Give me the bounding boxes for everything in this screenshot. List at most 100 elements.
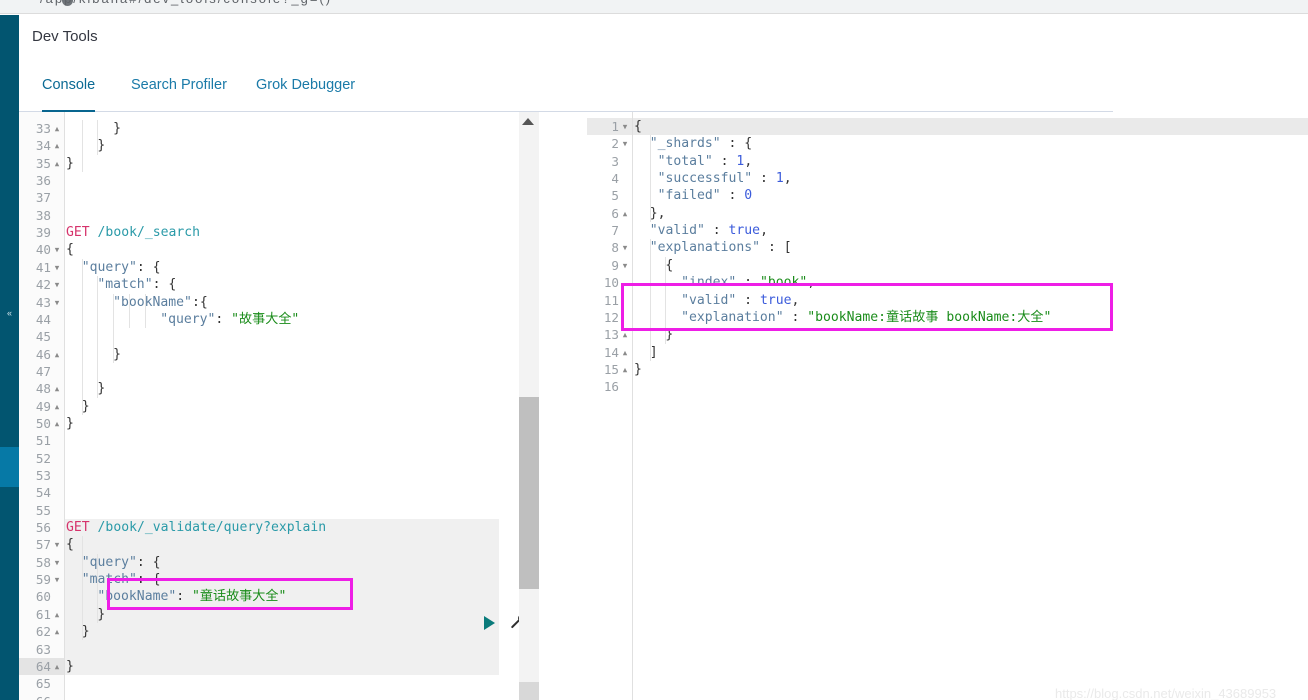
token-bool: true xyxy=(759,292,792,308)
fold-collapse-icon[interactable]: ▲ xyxy=(620,326,630,343)
token-num: 0 xyxy=(744,188,753,204)
fold-expand-icon[interactable]: ▼ xyxy=(52,241,62,258)
token-url: /book/_search xyxy=(97,225,201,241)
token-key: "valid" xyxy=(681,292,737,308)
token-key: "index" xyxy=(681,275,737,291)
code-line: } xyxy=(82,398,90,415)
sidebar-item-management-active[interactable] xyxy=(0,447,19,487)
line-number: 47 xyxy=(35,363,51,379)
indent-guide xyxy=(113,293,115,363)
collapse-nav-icon[interactable]: « xyxy=(1,305,18,321)
token-punct: : xyxy=(712,153,737,169)
code-line: "successful" : 1, xyxy=(650,170,792,187)
token-brace: } xyxy=(81,624,90,640)
token-key: "valid" xyxy=(649,223,705,239)
token-key: "query" xyxy=(81,554,137,570)
line-number: 45 xyxy=(35,329,51,345)
line-number: 16 xyxy=(603,379,619,395)
console-editors: 33 ▲ 34 ▲ 35 ▲ 36 37 38 39 40 ▼ 41 ▼ 42 ▼ 43 ▼ 44 45 46 ▲ 47 48… xyxy=(19,112,1308,700)
token-punct: : { xyxy=(152,277,177,293)
send-request-button[interactable] xyxy=(484,616,495,630)
request-code-layer[interactable]: }}} GET /book/_search{"query": {"match": … xyxy=(66,112,499,700)
token-punct: : xyxy=(720,188,745,204)
code-line: ] xyxy=(650,344,658,361)
browser-address-bar-sliver[interactable]: /app/kibana#/dev_tools/console?_g=() xyxy=(0,0,1308,14)
token-key: "explanation" xyxy=(681,309,784,325)
line-number: 12 xyxy=(603,309,619,325)
token-punct: : xyxy=(736,275,760,291)
token-url: /book/_validate/query?explain xyxy=(97,520,327,536)
line-number: 63 xyxy=(35,641,51,657)
line-number: 4 xyxy=(611,171,619,187)
fold-collapse-icon[interactable]: ▲ xyxy=(52,415,62,432)
code-line: "valid" : true, xyxy=(681,292,799,309)
code-line: } xyxy=(66,658,74,675)
code-line: { xyxy=(66,241,74,258)
fold-expand-icon[interactable]: ▼ xyxy=(620,135,630,152)
fold-collapse-icon[interactable]: ▲ xyxy=(52,606,62,623)
token-key: "bookName" xyxy=(113,294,192,310)
page-title: Dev Tools xyxy=(32,28,98,45)
fold-collapse-icon[interactable]: ▲ xyxy=(52,623,62,640)
token-punct: , xyxy=(791,292,800,308)
fold-expand-icon[interactable]: ▼ xyxy=(52,259,62,276)
token-key: "_shards" xyxy=(649,136,721,152)
code-line: "valid" : true, xyxy=(650,222,768,239)
request-gutter[interactable]: 33 ▲ 34 ▲ 35 ▲ 36 37 38 39 40 ▼ 41 ▼ 42 ▼ 43 ▼ 44 45 46 ▲ 47 48… xyxy=(19,112,65,700)
request-scrollbar-thumb[interactable] xyxy=(519,397,539,589)
global-nav-rail[interactable]: « xyxy=(0,15,19,700)
tab-grok-debugger[interactable]: Grok Debugger xyxy=(256,59,355,112)
line-number: 7 xyxy=(611,223,619,239)
line-number: 54 xyxy=(35,485,51,501)
fold-expand-icon[interactable]: ▼ xyxy=(52,536,62,553)
code-line: "explanation" : "bookName:童话故事 bookName:… xyxy=(681,309,1051,326)
token-punct xyxy=(90,225,98,240)
token-punct: : { xyxy=(136,572,161,588)
token-brace: } xyxy=(66,155,74,171)
fold-collapse-icon[interactable]: ▲ xyxy=(52,155,62,172)
fold-expand-icon[interactable]: ▼ xyxy=(620,239,630,256)
fold-collapse-icon[interactable]: ▲ xyxy=(620,361,630,378)
token-key: "bookName" xyxy=(97,589,177,605)
request-scrollbar-cap xyxy=(519,682,539,700)
line-number: 66 xyxy=(19,693,64,700)
fold-expand-icon[interactable]: ▼ xyxy=(52,276,62,293)
code-line: "query": { xyxy=(82,259,161,276)
editor-splitter[interactable] xyxy=(539,112,1071,700)
fold-collapse-icon[interactable]: ▲ xyxy=(52,658,62,675)
code-line: "match": { xyxy=(82,571,161,588)
fold-collapse-icon[interactable]: ▲ xyxy=(52,137,62,154)
fold-expand-icon[interactable]: ▼ xyxy=(52,571,62,588)
token-brace: } xyxy=(66,415,74,431)
fold-expand-icon[interactable]: ▼ xyxy=(620,257,630,274)
indent-guide xyxy=(97,276,99,398)
fold-collapse-icon[interactable]: ▲ xyxy=(620,205,630,222)
fold-collapse-icon[interactable]: ▲ xyxy=(52,398,62,415)
code-line: } xyxy=(634,361,642,378)
fold-collapse-icon[interactable]: ▲ xyxy=(52,120,62,137)
fold-expand-icon[interactable]: ▼ xyxy=(620,118,630,135)
code-line: "index" : "book", xyxy=(681,274,815,291)
code-line: "bookName": "童话故事大全" xyxy=(97,588,286,605)
code-line: "query": { xyxy=(82,554,161,571)
scroll-up-arrow-icon[interactable] xyxy=(522,118,534,125)
fold-expand-icon[interactable]: ▼ xyxy=(52,554,62,571)
dev-tools-panel: Dev Tools Console Search Profiler Grok D… xyxy=(19,15,1308,700)
fold-expand-icon[interactable]: ▼ xyxy=(52,294,62,311)
fold-collapse-icon[interactable]: ▲ xyxy=(52,346,62,363)
line-number: 3 xyxy=(611,153,619,169)
code-line: "failed" : 0 xyxy=(650,187,753,204)
token-key: "explanations" xyxy=(649,240,761,256)
token-key: "query" xyxy=(160,311,216,327)
request-editor[interactable]: 33 ▲ 34 ▲ 35 ▲ 36 37 38 39 40 ▼ 41 ▼ 42 ▼ 43 ▼ 44 45 46 ▲ 47 48… xyxy=(19,112,499,700)
response-editor[interactable]: 1 ▼ 2 ▼ 3 4 5 6 ▲ 7 8 ▼ 9 ▼ 10 11 12 13 ▲ 14 ▲ 15 ▲ 16 {"_shard… xyxy=(587,112,1308,700)
code-line: "explanations" : [ xyxy=(650,239,792,256)
fold-collapse-icon[interactable]: ▲ xyxy=(620,344,630,361)
token-punct: , xyxy=(760,223,768,239)
token-punct: : [ xyxy=(760,240,792,256)
token-brace: { xyxy=(66,537,74,553)
tab-console[interactable]: Console xyxy=(42,59,96,112)
line-number: 55 xyxy=(35,502,51,518)
tab-search-profiler[interactable]: Search Profiler xyxy=(131,59,227,112)
fold-collapse-icon[interactable]: ▲ xyxy=(52,380,62,397)
